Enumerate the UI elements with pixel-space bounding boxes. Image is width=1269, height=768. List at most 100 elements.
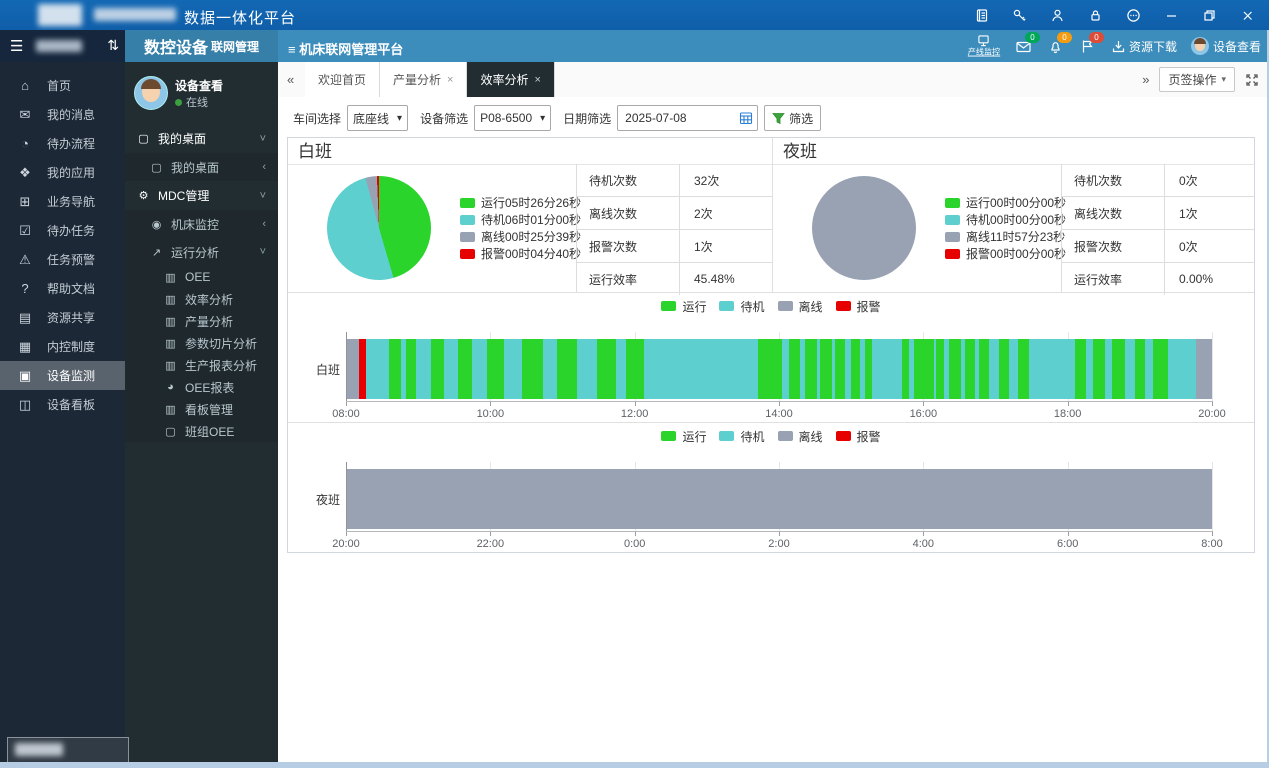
key-icon[interactable]	[1005, 2, 1033, 28]
day-pie-legend: 运行05时26分26秒待机06时01分00秒离线00时25分39秒报警00时04…	[460, 194, 581, 262]
menu-item-my-desktop-sub[interactable]: ▢我的桌面‹	[125, 153, 278, 181]
tabs-scroll-right-icon[interactable]: »	[1142, 62, 1149, 97]
menu-item-oee[interactable]: ▥OEE	[125, 266, 278, 288]
segment-offline	[1196, 339, 1212, 399]
tab-产量分析[interactable]: 产量分析×	[380, 62, 467, 97]
caret-down-icon: ▾	[540, 113, 545, 124]
more-options-icon[interactable]	[1119, 2, 1147, 28]
sidebar-item-device-monitoring[interactable]: ▣设备监测	[0, 361, 125, 390]
lock-icon[interactable]	[1081, 2, 1109, 28]
workshop-select[interactable]: 底座线▾	[347, 105, 408, 131]
mail-button[interactable]: 0	[1016, 36, 1034, 56]
legend-swatch	[836, 431, 851, 441]
legend-item: 待机	[719, 430, 764, 442]
sidebar-item-pending-tasks[interactable]: ☑待办任务	[0, 216, 125, 245]
legend-item: 报警	[836, 300, 881, 312]
sidebar-item-my-messages[interactable]: ✉我的消息	[0, 100, 125, 129]
message-icon: ✉	[17, 107, 33, 123]
device-view-link[interactable]: 设备查看	[1191, 37, 1261, 55]
sidebar-item-device-board[interactable]: ◫设备看板	[0, 390, 125, 419]
menu-item-mdc-management[interactable]: ⚙MDC管理˅	[125, 181, 278, 210]
menu-lines-icon[interactable]: ≡	[288, 42, 296, 57]
legend-swatch	[719, 431, 734, 441]
tab-operations-button[interactable]: 页签操作 ▾	[1159, 67, 1235, 92]
menu-item-board-management[interactable]: ▥看板管理	[125, 398, 278, 420]
menu-item-my-desktop[interactable]: ▢我的桌面˅	[125, 124, 278, 153]
sidebar-item-my-apps[interactable]: ❖我的应用	[0, 158, 125, 187]
menu-item-production-report-analysis[interactable]: ▥生产报表分析	[125, 354, 278, 376]
stats-label: 运行效率	[577, 263, 680, 295]
menu-item-output-analysis[interactable]: ▥产量分析	[125, 310, 278, 332]
sidebar-item-resource-share[interactable]: ▤资源共享	[0, 303, 125, 332]
menu-item-parameter-slice-analysis[interactable]: ▥参数切片分析	[125, 332, 278, 354]
device-select[interactable]: P08-6500▾	[474, 105, 551, 131]
menu-item-efficiency-analysis[interactable]: ▥效率分析	[125, 288, 278, 310]
date-input[interactable]: 2025-07-08	[617, 105, 758, 131]
notifications-button[interactable]: 0	[1048, 36, 1066, 56]
sidebar-item-internal-control[interactable]: ▦内控制度	[0, 332, 125, 361]
timeline-plot[interactable]: 20:0022:000:002:004:006:008:00	[346, 462, 1212, 532]
tab-close-icon[interactable]: ×	[447, 74, 453, 86]
stats-row: 待机次数32次	[577, 164, 772, 197]
hamburger-icon[interactable]: ☰	[10, 37, 23, 55]
fullscreen-icon[interactable]	[1245, 73, 1259, 87]
calendar-icon[interactable]	[739, 111, 753, 125]
desktop-icon: ▢	[136, 132, 151, 145]
tab-欢迎首页[interactable]: 欢迎首页	[305, 62, 380, 97]
tab-效率分析[interactable]: 效率分析×	[467, 62, 554, 97]
stats-label: 运行效率	[1062, 263, 1165, 295]
navbar: ≡ 机床联网管理平台 产线监控 0 0 0 资源下载	[278, 30, 1269, 62]
legend-label: 报警00时00分00秒	[966, 245, 1066, 262]
legend-label: 待机06时01分00秒	[481, 211, 581, 228]
gears-icon: ⚙	[136, 189, 151, 202]
resource-download-link[interactable]: 资源下载	[1112, 38, 1177, 55]
close-button[interactable]	[1233, 2, 1261, 28]
timeline-bar[interactable]	[346, 469, 1212, 529]
sidebar-item-help-docs[interactable]: ?帮助文档	[0, 274, 125, 303]
night-stats-table: 待机次数0次离线次数1次报警次数0次运行效率0.00%	[1061, 164, 1255, 292]
segment-run	[597, 339, 616, 399]
legend-item: 报警00时04分40秒	[460, 245, 581, 262]
timeline-plot[interactable]: 08:0010:0012:0014:0016:0018:0020:00	[346, 332, 1212, 402]
minimize-button[interactable]	[1157, 2, 1185, 28]
user-name: 设备查看	[175, 77, 223, 94]
segment-standby	[1086, 339, 1093, 399]
segment-run	[557, 339, 577, 399]
legend-label: 待机	[740, 298, 764, 315]
user-icon[interactable]	[1043, 2, 1071, 28]
menu-item-oee-report[interactable]: ◕OEE报表	[125, 376, 278, 398]
filter-button[interactable]: 筛选	[764, 105, 821, 131]
taskbar-item-blurred[interactable]	[7, 737, 129, 764]
day-shift-pie-chart[interactable]	[327, 176, 431, 280]
production-monitor-link[interactable]: 产线监控	[966, 35, 1002, 57]
axis-tick-label: 12:00	[621, 408, 649, 420]
sidebar-item-business-nav[interactable]: ⊞业务导航	[0, 187, 125, 216]
sidebar-item-task-alerts[interactable]: ⚠任务预警	[0, 245, 125, 274]
sidebar-item-label: 设备看板	[47, 396, 95, 413]
tabs-scroll-left-icon[interactable]: «	[287, 62, 294, 97]
menu-item-team-oee[interactable]: ▢班组OEE	[125, 420, 278, 442]
legend-label: 运行	[682, 428, 706, 445]
menu-item-machine-monitoring[interactable]: ◉机床监控‹	[125, 210, 278, 238]
gridline	[1212, 332, 1213, 402]
sidebar-item-pending-flows[interactable]: ◔待办流程	[0, 129, 125, 158]
legend-item: 待机00时00分00秒	[945, 211, 1066, 228]
menu-item-run-analysis[interactable]: ↗运行分析˅	[125, 238, 278, 266]
alerts-button[interactable]: 0	[1080, 36, 1098, 56]
segment-run	[1018, 339, 1029, 399]
inner-sidebar: 设备查看 在线 ▢我的桌面˅▢我的桌面‹⚙MDC管理˅◉机床监控‹↗运行分析˅▥…	[125, 62, 278, 762]
legend-item: 运行05时26分26秒	[460, 194, 581, 211]
timeline-bar[interactable]	[346, 339, 1212, 399]
axis-tick-label: 16:00	[910, 408, 938, 420]
switch-user-icon[interactable]: ⇅	[107, 37, 119, 54]
notebook-icon[interactable]	[967, 2, 995, 28]
restore-button[interactable]	[1195, 2, 1223, 28]
notifications-badge: 0	[1057, 32, 1072, 43]
sidebar-item-home[interactable]: ⌂首页	[0, 71, 125, 100]
segment-run	[965, 339, 975, 399]
tabbar-right: » 页签操作 ▾	[1142, 62, 1259, 97]
menu-item-label: OEE报表	[185, 379, 234, 396]
night-shift-pie-chart[interactable]	[812, 176, 916, 280]
legend-swatch	[945, 198, 960, 208]
tab-close-icon[interactable]: ×	[534, 74, 540, 86]
